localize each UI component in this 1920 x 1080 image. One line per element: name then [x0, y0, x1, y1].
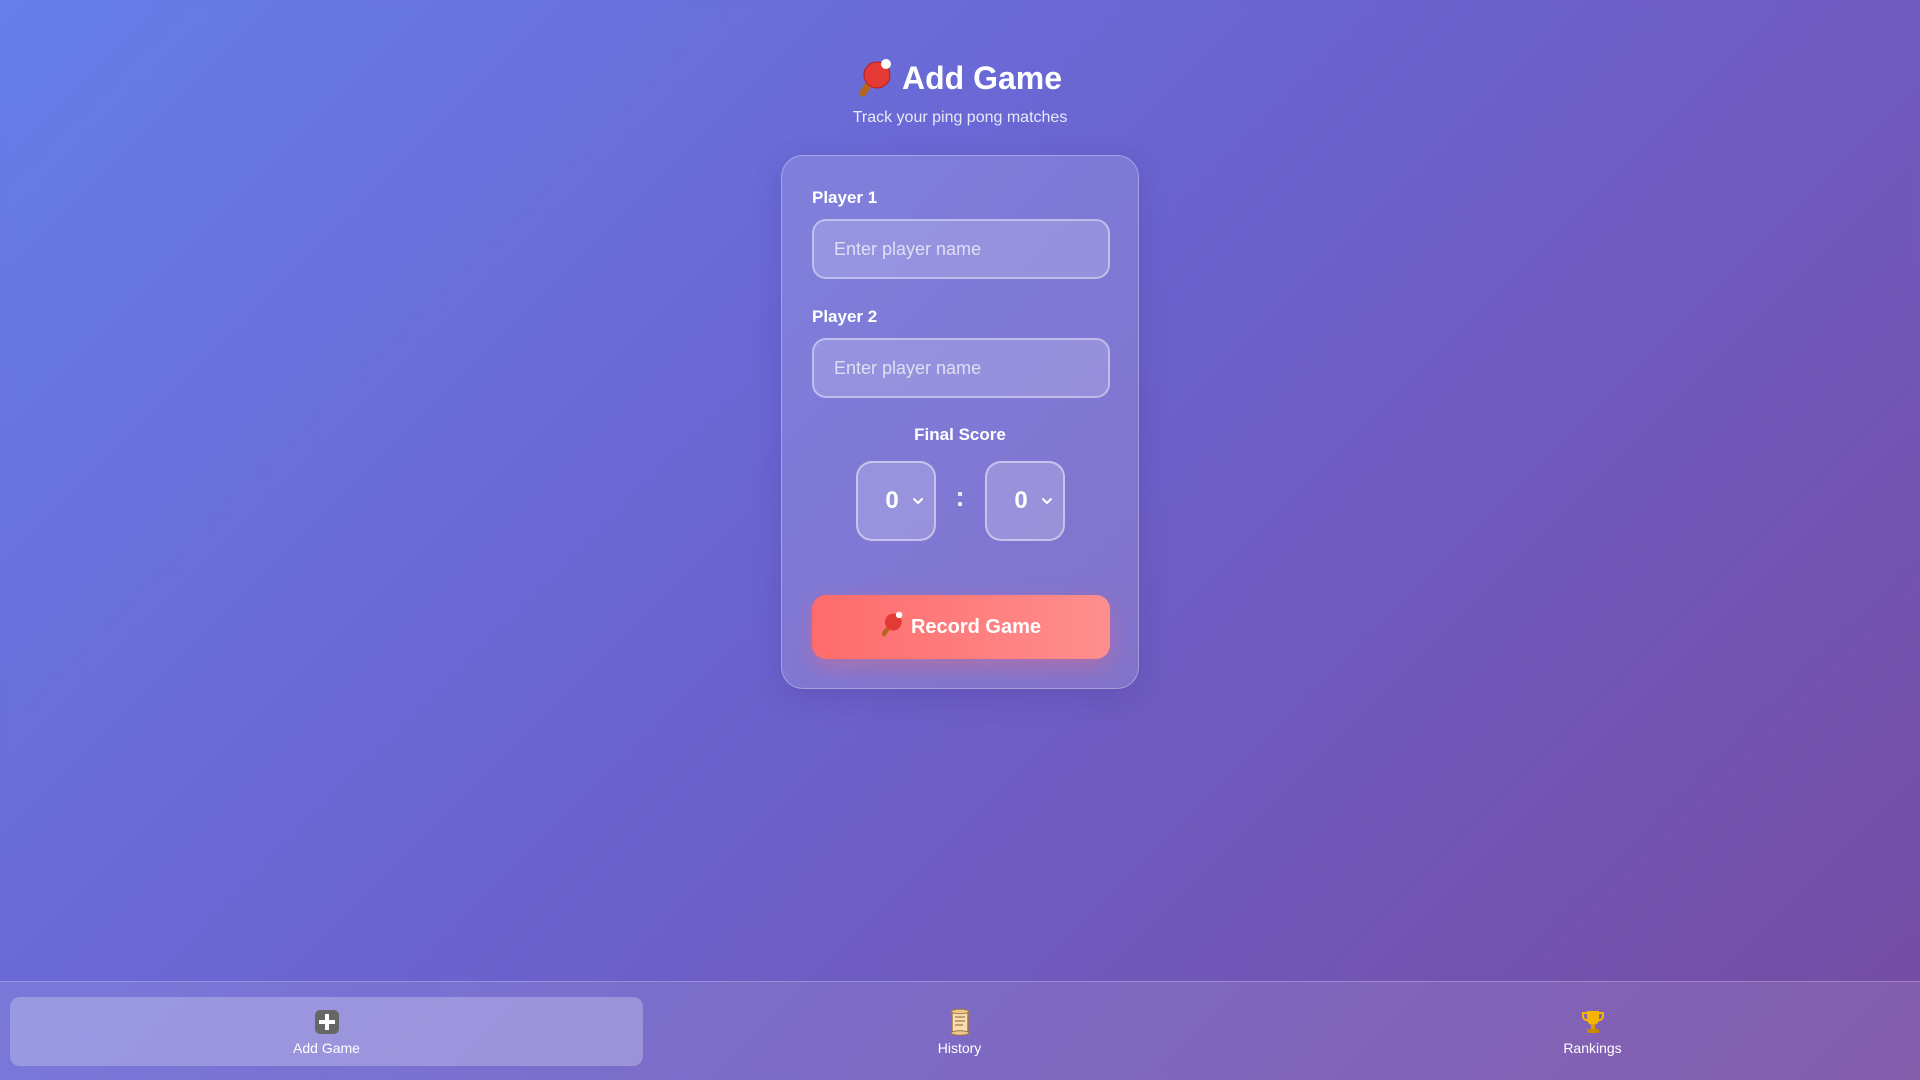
score-separator: : — [955, 481, 965, 512]
player2-input[interactable] — [812, 338, 1110, 398]
page-title: Add Game — [858, 56, 1062, 100]
page-header: Add Game Track your ping pong matches — [0, 56, 1920, 127]
add-game-form: Player 1 Player 2 Final Score 0 : 0 Reco… — [781, 155, 1139, 689]
player2-score-select[interactable]: 0 — [985, 461, 1065, 541]
page-subtitle: Track your ping pong matches — [852, 109, 1068, 126]
nav-label-add-game: Add Game — [293, 1039, 360, 1056]
bottom-nav: Add Game History Rankings — [0, 981, 1920, 1080]
ping-pong-paddle-icon — [881, 611, 903, 643]
scroll-icon — [946, 1008, 974, 1036]
final-score-label: Final Score — [914, 425, 1006, 444]
nav-item-rankings[interactable]: Rankings — [1276, 997, 1909, 1066]
trophy-icon — [1579, 1008, 1607, 1036]
plus-icon — [313, 1008, 341, 1036]
ping-pong-paddle-icon — [858, 58, 892, 98]
nav-item-add-game[interactable]: Add Game — [10, 997, 643, 1066]
player1-label: Player 1 — [812, 188, 878, 207]
record-game-button[interactable]: Record Game — [812, 595, 1110, 659]
player2-score-value: 0 — [1014, 487, 1028, 514]
nav-label-rankings: Rankings — [1563, 1039, 1622, 1056]
nav-label-history: History — [937, 1039, 982, 1056]
player1-input[interactable] — [812, 219, 1110, 279]
nav-item-history[interactable]: History — [643, 997, 1276, 1066]
player2-label: Player 2 — [812, 307, 878, 326]
chevron-down-icon — [1042, 498, 1052, 504]
page-title-text: Add Game — [901, 60, 1063, 96]
record-game-label: Record Game — [910, 615, 1042, 638]
